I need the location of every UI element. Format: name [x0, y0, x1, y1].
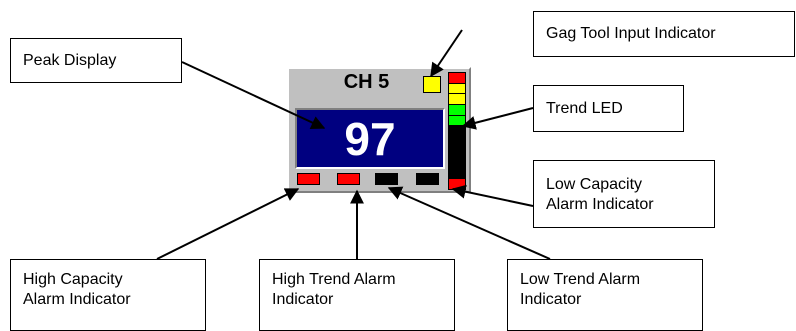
low-trend-leader — [387, 186, 551, 260]
peak-display-leader — [181, 61, 326, 130]
gag-tool-leader — [430, 29, 463, 78]
high-capacity-leader — [156, 188, 300, 260]
leader-lines — [156, 29, 551, 260]
low-capacity-leader — [451, 184, 534, 207]
trend-led-leader — [461, 107, 534, 130]
